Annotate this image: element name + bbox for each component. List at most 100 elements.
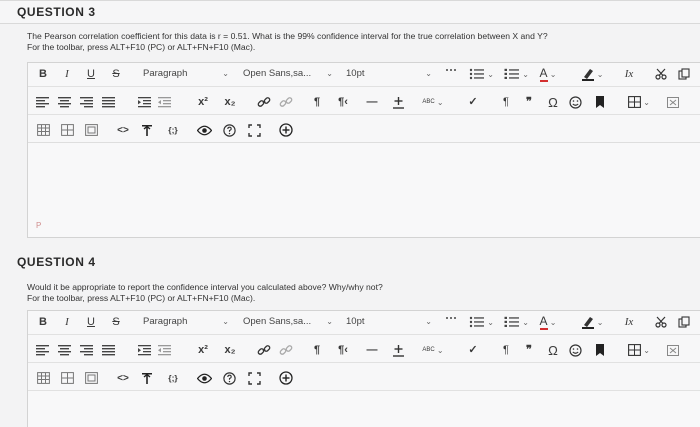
ordered-list-icon[interactable]: ⌄ <box>504 311 529 334</box>
table-split-icon[interactable] <box>59 367 75 390</box>
help-icon[interactable] <box>221 367 237 390</box>
spellcheck-icon[interactable]: ABC ⌄ <box>420 91 446 114</box>
pin-icon[interactable] <box>140 119 154 142</box>
add-content-icon[interactable] <box>278 119 294 142</box>
text-color-icon[interactable]: A ⌄ <box>533 311 563 334</box>
unordered-list-icon[interactable]: ⌄ <box>469 311 494 334</box>
align-center-icon[interactable] <box>56 339 72 362</box>
table-delete-icon[interactable] <box>83 119 99 142</box>
link-icon[interactable] <box>256 339 272 362</box>
indent-icon[interactable] <box>136 91 152 114</box>
align-right-icon[interactable] <box>78 339 94 362</box>
quote-button[interactable]: ❞ <box>522 339 536 362</box>
insert-table-grid-icon[interactable] <box>35 119 51 142</box>
highlight-color-icon[interactable]: ⌄ <box>575 311 609 334</box>
link-icon[interactable] <box>256 91 272 114</box>
cut-icon[interactable] <box>653 311 669 334</box>
bold-button[interactable]: B <box>36 63 50 86</box>
italic-button[interactable]: I <box>60 311 74 334</box>
help-icon[interactable] <box>221 119 237 142</box>
rtl-button[interactable]: ¶‹ <box>334 339 352 362</box>
paragraph-select[interactable]: Paragraph ⌄ <box>140 314 229 330</box>
add-content-icon[interactable] <box>278 367 294 390</box>
ordered-list-icon[interactable]: ⌄ <box>504 63 529 86</box>
outdent-icon[interactable] <box>156 91 172 114</box>
horizontal-rule-icon[interactable]: — <box>365 339 379 362</box>
spellcheck-icon[interactable]: ABC ⌄ <box>420 339 446 362</box>
cut-icon[interactable] <box>653 63 669 86</box>
code-button[interactable]: <> <box>115 119 131 142</box>
subscript-button[interactable]: x₂ <box>220 91 240 114</box>
align-left-icon[interactable] <box>34 91 50 114</box>
emoji-icon[interactable] <box>567 91 583 114</box>
braces-button[interactable]: {;} <box>162 367 184 390</box>
code-button[interactable]: <> <box>115 367 131 390</box>
superscript-button[interactable]: x² <box>193 91 213 114</box>
table-split-icon[interactable] <box>59 119 75 142</box>
align-justify-icon[interactable] <box>100 91 116 114</box>
question-3-editor: B I U S Paragraph ⌄ Open Sans,sa... ⌄ 10… <box>27 62 700 238</box>
paragraph-mark-button[interactable]: ¶ <box>499 339 513 362</box>
table-icon[interactable]: ⌄ <box>626 91 652 114</box>
align-left-icon[interactable] <box>34 339 50 362</box>
copy-icon[interactable] <box>676 63 692 86</box>
font-size-select[interactable]: 10pt ⌄ <box>343 314 432 330</box>
underline-button[interactable]: U <box>84 311 98 334</box>
font-family-select[interactable]: Open Sans,sa... ⌄ <box>240 314 333 330</box>
fullscreen-icon[interactable] <box>246 119 262 142</box>
font-size-select[interactable]: 10pt ⌄ <box>343 66 432 82</box>
braces-button[interactable]: {;} <box>162 119 184 142</box>
bold-button[interactable]: B <box>36 311 50 334</box>
emoji-icon[interactable] <box>567 339 583 362</box>
clear-format-button[interactable]: Ix <box>620 311 638 334</box>
ltr-button[interactable]: ¶ <box>309 339 325 362</box>
image-placeholder-icon[interactable] <box>666 91 680 114</box>
check-icon[interactable]: ✓ <box>466 91 480 114</box>
clear-format-button[interactable]: Ix <box>620 63 638 86</box>
more-icon[interactable] <box>443 63 459 86</box>
preview-eye-icon[interactable] <box>196 119 212 142</box>
quote-button[interactable]: ❞ <box>522 91 536 114</box>
indent-icon[interactable] <box>136 339 152 362</box>
bookmark-icon[interactable] <box>593 339 607 362</box>
text-color-icon[interactable]: A ⌄ <box>533 63 563 86</box>
more-icon[interactable] <box>443 311 459 334</box>
paragraph-mark-button[interactable]: ¶ <box>499 91 513 114</box>
superscript-button[interactable]: x² <box>193 339 213 362</box>
insert-table-plus-icon[interactable] <box>390 339 406 362</box>
horizontal-rule-icon[interactable]: — <box>365 91 379 114</box>
table-icon[interactable]: ⌄ <box>626 339 652 362</box>
highlight-color-icon[interactable]: ⌄ <box>575 63 609 86</box>
outdent-icon[interactable] <box>156 339 172 362</box>
rtl-button[interactable]: ¶‹ <box>334 91 352 114</box>
fullscreen-icon[interactable] <box>246 367 262 390</box>
align-right-icon[interactable] <box>78 91 94 114</box>
italic-button[interactable]: I <box>60 63 74 86</box>
special-char-button[interactable]: Ω <box>545 91 561 114</box>
insert-table-grid-icon[interactable] <box>35 367 51 390</box>
strikethrough-button[interactable]: S <box>109 311 123 334</box>
align-justify-icon[interactable] <box>100 339 116 362</box>
pin-icon[interactable] <box>140 367 154 390</box>
question-3-answer-area[interactable]: P <box>28 143 700 237</box>
font-family-select[interactable]: Open Sans,sa... ⌄ <box>240 66 333 82</box>
unordered-list-icon[interactable]: ⌄ <box>469 63 494 86</box>
preview-eye-icon[interactable] <box>196 367 212 390</box>
unlink-icon[interactable] <box>278 91 294 114</box>
question-4-answer-area[interactable] <box>28 391 700 427</box>
copy-icon[interactable] <box>676 311 692 334</box>
align-center-icon[interactable] <box>56 91 72 114</box>
special-char-button[interactable]: Ω <box>545 339 561 362</box>
strikethrough-button[interactable]: S <box>109 63 123 86</box>
image-placeholder-icon[interactable] <box>666 339 680 362</box>
ltr-button[interactable]: ¶ <box>309 91 325 114</box>
check-icon[interactable]: ✓ <box>466 339 480 362</box>
underline-button[interactable]: U <box>84 63 98 86</box>
subscript-button[interactable]: x₂ <box>220 339 240 362</box>
insert-table-plus-icon[interactable] <box>390 91 406 114</box>
table-delete-icon[interactable] <box>83 367 99 390</box>
unlink-icon[interactable] <box>278 339 294 362</box>
bookmark-icon[interactable] <box>593 91 607 114</box>
question-4-title: QUESTION 4 <box>17 255 96 269</box>
paragraph-select[interactable]: Paragraph ⌄ <box>140 66 229 82</box>
